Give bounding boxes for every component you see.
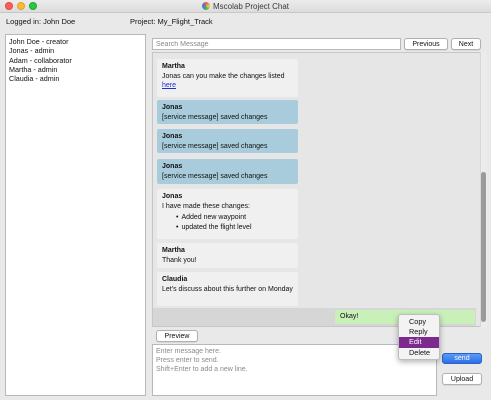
message-text: [service message] saved changes (162, 113, 268, 121)
user-list-item[interactable]: Jonas - admin (9, 46, 142, 55)
message-author: Jonas (162, 163, 183, 170)
user-list[interactable]: John Doe - creator Jonas - admin Adam - … (5, 34, 146, 396)
window-title: Mscolab Project Chat (212, 1, 290, 11)
message-author: Martha (162, 63, 185, 70)
user-list-item[interactable]: Martha - admin (9, 65, 142, 74)
chat-message[interactable]: Martha Thank you! (157, 243, 298, 268)
message-text: Jonas can you make the changes listed (162, 72, 285, 80)
message-input[interactable] (152, 344, 437, 396)
message-author: Martha (162, 247, 185, 254)
message-text: Let's discuss about this further on Mond… (162, 285, 293, 293)
window-titlebar: Mscolab Project Chat (0, 0, 491, 13)
chat-message[interactable]: Claudia Let's discuss about this further… (157, 272, 298, 306)
message-list[interactable]: Martha Jonas can you make the changes li… (152, 52, 487, 327)
next-button[interactable]: Next (451, 38, 481, 50)
service-message[interactable]: Jonas [service message] saved changes (157, 100, 298, 124)
service-message[interactable]: Jonas [service message] saved changes (157, 159, 298, 184)
upload-button[interactable]: Upload (442, 373, 482, 385)
previous-button[interactable]: Previous (404, 38, 448, 50)
context-menu-edit[interactable]: Edit (399, 337, 439, 348)
chat-message[interactable]: Martha Jonas can you make the changes li… (157, 59, 298, 97)
preview-button[interactable]: Preview (156, 330, 198, 342)
message-author: Jonas (162, 193, 183, 200)
maximize-window-button[interactable] (29, 2, 37, 10)
send-button[interactable]: send (442, 353, 482, 364)
message-author: Jonas (162, 104, 183, 111)
message-bullet: Added new waypoint (176, 213, 293, 223)
message-bullet: updated the flight level (176, 223, 293, 233)
context-menu[interactable]: Copy Reply Edit Delete (398, 314, 440, 360)
user-list-item[interactable]: Claudia - admin (9, 74, 142, 83)
message-scrollbar-thumb[interactable] (481, 172, 486, 322)
service-message[interactable]: Jonas [service message] saved changes (157, 129, 298, 153)
user-list-item[interactable]: John Doe - creator (9, 37, 142, 46)
message-text: Thank you! (162, 256, 197, 264)
message-bullet-list: Added new waypoint updated the flight le… (162, 213, 293, 232)
minimize-window-button[interactable] (17, 2, 25, 10)
context-menu-delete[interactable]: Delete (399, 348, 439, 358)
window-controls (5, 2, 37, 10)
message-author: Claudia (162, 276, 188, 283)
user-list-item[interactable]: Adam - collaborator (9, 56, 142, 65)
close-window-button[interactable] (5, 2, 13, 10)
search-input[interactable] (152, 38, 401, 50)
chat-message[interactable]: Jonas I have made these changes: Added n… (157, 189, 298, 239)
context-menu-reply[interactable]: Reply (399, 327, 439, 337)
message-author: Jonas (162, 133, 183, 140)
message-text: [service message] saved changes (162, 142, 268, 150)
context-menu-copy[interactable]: Copy (399, 317, 439, 327)
message-text: I have made these changes: (162, 202, 250, 210)
message-text: [service message] saved changes (162, 172, 268, 180)
logged-in-label: Logged in: John Doe (6, 17, 76, 26)
app-logo-icon (201, 2, 210, 10)
project-label: Project: My_Flight_Track (130, 17, 213, 26)
message-link[interactable]: here (162, 82, 176, 89)
